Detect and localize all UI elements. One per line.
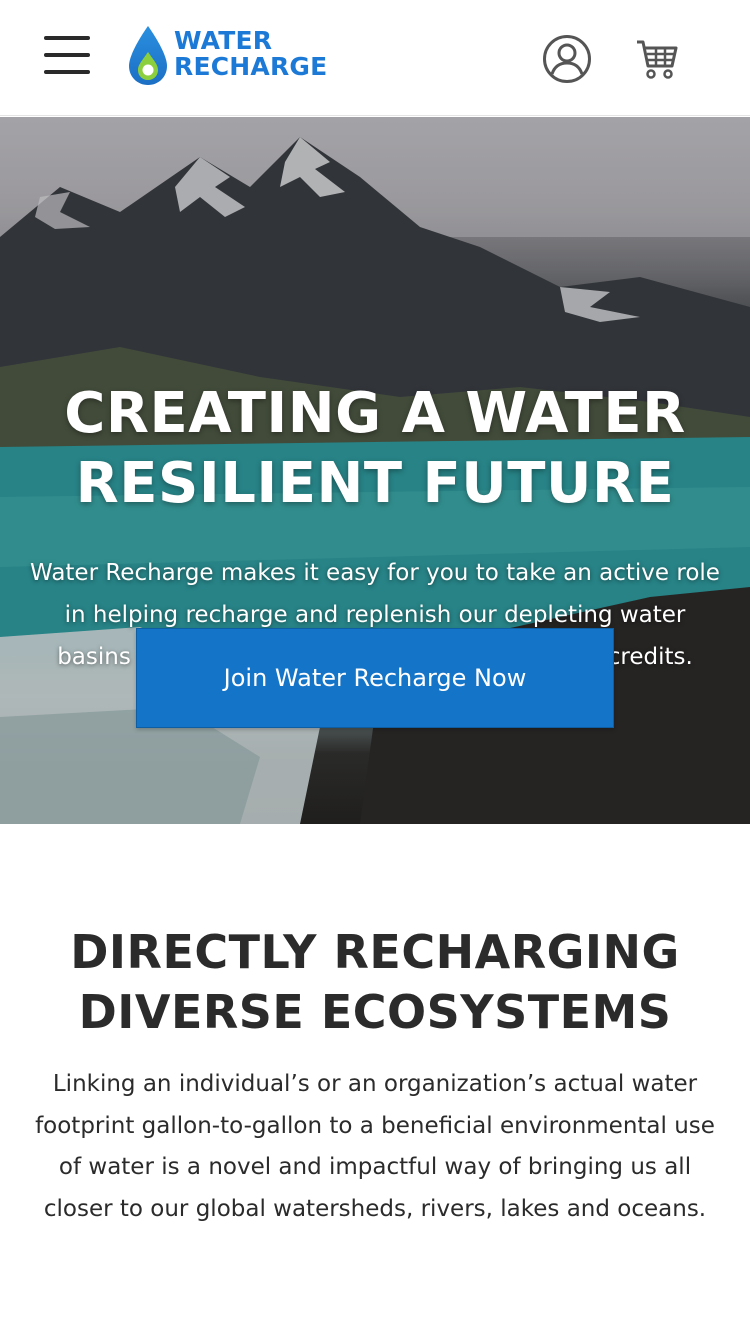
section-title: DIRECTLY RECHARGING DIVERSE ECOSYSTEMS [0,922,750,1042]
user-circle-icon[interactable] [542,34,592,84]
section-body-text: Linking an individual’s or an organizati… [35,1071,715,1222]
water-recharge-logo[interactable]: WATER RECHARGE [126,24,346,88]
menu-bar [44,53,90,57]
section-title-line-1: DIRECTLY RECHARGING [70,925,680,979]
hero-title: CREATING A WATER RESILIENT FUTURE [0,379,750,519]
menu-bar [44,36,90,40]
shopping-cart-icon[interactable] [634,36,680,82]
hamburger-menu-icon[interactable] [44,34,90,76]
water-drop-logo-icon [129,26,167,85]
site-header: WATER RECHARGE [0,0,750,116]
hero-title-line-2: RESILIENT FUTURE [75,451,675,516]
logo-wordmark: WATER RECHARGE [174,28,327,80]
logo-line-1: WATER [174,26,273,55]
hero-title-line-1: CREATING A WATER [64,381,686,446]
logo-line-2: RECHARGE [174,52,328,81]
join-now-button[interactable]: Join Water Recharge Now [136,628,614,728]
menu-bar [44,70,90,74]
section-title-line-2: DIVERSE ECOSYSTEMS [78,985,672,1039]
